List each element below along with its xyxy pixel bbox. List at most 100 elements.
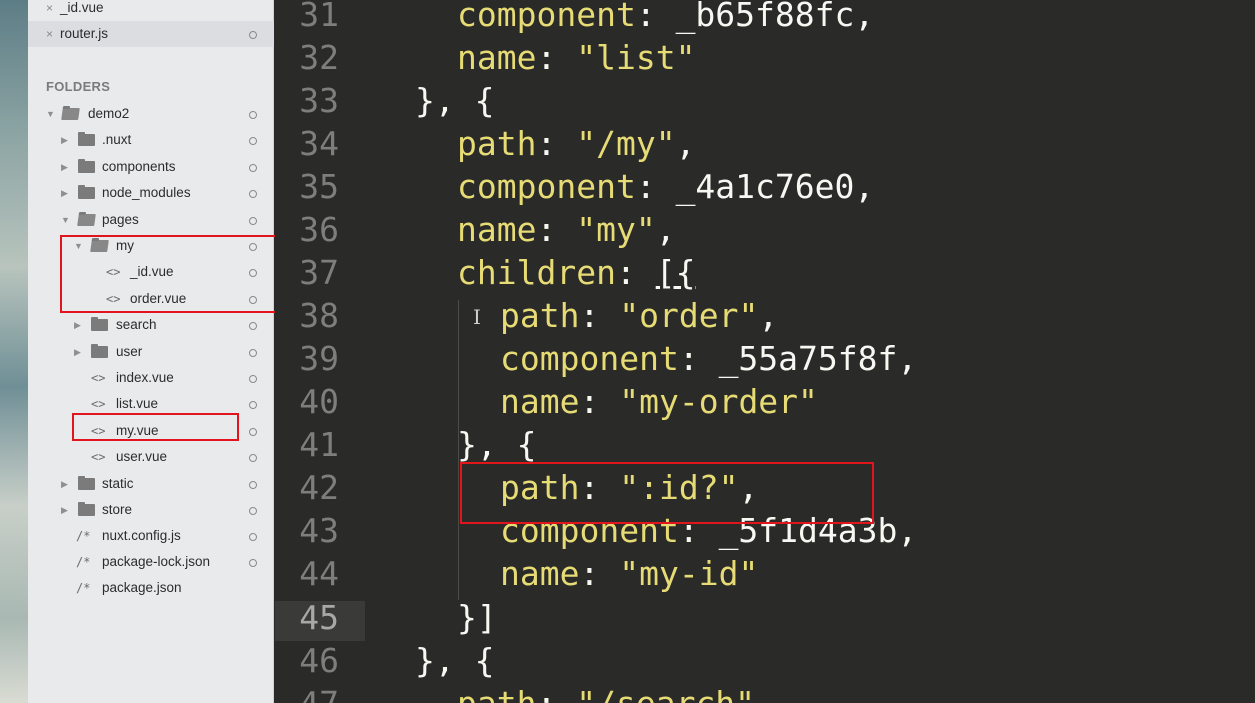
open-file-router-js[interactable]: × router.js xyxy=(28,21,274,47)
folder-icon xyxy=(78,185,95,199)
chevron-right-icon: ▶ xyxy=(61,135,68,145)
line-number: 44 xyxy=(299,554,339,593)
line-number: 38 xyxy=(299,296,339,335)
folder-icon xyxy=(78,159,95,173)
folder-icon xyxy=(78,502,95,516)
line-number: 34 xyxy=(299,124,339,163)
circle-icon xyxy=(249,454,257,462)
close-icon[interactable]: × xyxy=(46,21,53,47)
tree-item-label: nuxt.config.js xyxy=(102,528,181,543)
circle-icon xyxy=(249,559,257,567)
tree-item-label: search xyxy=(116,317,157,332)
tree-item-store[interactable]: ▶ store xyxy=(28,497,274,523)
open-file-label: _id.vue xyxy=(60,0,104,15)
folder-icon xyxy=(91,317,108,331)
code-line: children: [{ xyxy=(457,253,696,292)
code-line: component: _55a75f8f, xyxy=(500,339,918,378)
tree-item-search[interactable]: ▶ search xyxy=(28,312,274,338)
circle-icon xyxy=(249,349,257,357)
tree-item-user-folder[interactable]: ▶ user xyxy=(28,339,274,365)
code-line: }, { xyxy=(415,641,495,680)
tree-item-components[interactable]: ▶ components xyxy=(28,154,274,180)
line-number: 40 xyxy=(299,382,339,421)
tree-item-label: store xyxy=(102,502,133,517)
tree-item-label: user.vue xyxy=(116,449,168,464)
circle-icon xyxy=(249,164,257,172)
line-number: 31 xyxy=(299,0,339,34)
tree-item-node-modules[interactable]: ▶ node_modules xyxy=(28,180,274,206)
tree-item-demo2[interactable]: ▼ demo2 xyxy=(28,101,274,127)
chevron-down-icon: ▼ xyxy=(61,215,70,225)
tree-item-label: components xyxy=(102,159,176,174)
line-number: 42 xyxy=(299,468,339,507)
script-file-icon: /* xyxy=(76,555,91,569)
line-number: 39 xyxy=(299,339,339,378)
code-editor[interactable]: 31 32 33 34 35 36 37 38 39 40 41 42 43 4… xyxy=(275,0,1255,703)
open-file-label: router.js xyxy=(60,26,109,41)
close-icon[interactable]: × xyxy=(46,0,53,21)
circle-icon xyxy=(249,322,257,330)
line-number: 47 xyxy=(275,684,339,703)
open-file-id-vue[interactable]: × _id.vue xyxy=(28,0,274,21)
circle-icon xyxy=(249,190,257,198)
line-number: 43 xyxy=(299,511,339,550)
chevron-right-icon: ▶ xyxy=(61,188,68,198)
folder-icon xyxy=(91,344,108,358)
tree-item-pages[interactable]: ▼ pages xyxy=(28,207,274,233)
circle-icon xyxy=(249,401,257,409)
code-line: component: _4a1c76e0, xyxy=(457,167,875,206)
tree-item-nuxt[interactable]: ▶ .nuxt xyxy=(28,127,274,153)
tree-item-index-vue[interactable]: <> index.vue xyxy=(28,365,274,391)
line-number: 36 xyxy=(299,210,339,249)
script-file-icon: /* xyxy=(76,529,91,543)
tree-item-label: .nuxt xyxy=(102,132,132,147)
tree-item-package-lock[interactable]: /* package-lock.json xyxy=(28,549,274,575)
circle-icon xyxy=(249,533,257,541)
tree-item-label: package-lock.json xyxy=(102,554,211,569)
script-file-icon: /* xyxy=(76,581,91,595)
code-line: name: "my", xyxy=(457,210,676,249)
tree-item-static[interactable]: ▶ static xyxy=(28,471,274,497)
tree-item-user-vue[interactable]: <> user.vue xyxy=(28,444,274,470)
line-number: 35 xyxy=(299,167,339,206)
tree-item-label: static xyxy=(102,476,134,491)
circle-icon xyxy=(249,375,257,383)
highlight-box-my-vue xyxy=(72,413,239,441)
code-line: component: _b65f88fc, xyxy=(457,0,875,34)
chevron-right-icon: ▶ xyxy=(74,320,81,330)
chevron-right-icon: ▶ xyxy=(74,347,81,357)
code-line: }] xyxy=(457,598,497,637)
line-number: 41 xyxy=(299,425,339,464)
tree-item-label: node_modules xyxy=(102,185,191,200)
circle-icon xyxy=(249,507,257,515)
text-cursor-icon: I xyxy=(473,305,481,329)
chevron-down-icon: ▼ xyxy=(46,109,55,119)
line-number-current: 45 xyxy=(299,598,339,637)
folders-heading: FOLDERS xyxy=(46,79,111,94)
line-number: 37 xyxy=(299,253,339,292)
folder-icon xyxy=(78,132,95,146)
tree-item-label: package.json xyxy=(102,580,182,595)
code-line: path: "/search" xyxy=(457,684,755,703)
code-line: name: "my-id" xyxy=(500,554,759,593)
tree-item-label: user xyxy=(116,344,143,359)
tree-item-label: index.vue xyxy=(116,370,174,385)
circle-icon xyxy=(249,481,257,489)
sidebar: × _id.vue × router.js FOLDERS ▼ demo2 ▶ … xyxy=(28,0,318,703)
folder-open-icon xyxy=(61,108,80,120)
folder-open-icon xyxy=(77,214,96,226)
code-line: name: "list" xyxy=(457,38,696,77)
line-number: 32 xyxy=(299,38,339,77)
circle-icon xyxy=(249,137,257,145)
line-number: 46 xyxy=(299,641,339,680)
code-file-icon: <> xyxy=(91,371,106,385)
chevron-right-icon: ▶ xyxy=(61,479,68,489)
folder-icon xyxy=(78,476,95,490)
tree-item-label: pages xyxy=(102,212,139,227)
tree-item-nuxt-config[interactable]: /* nuxt.config.js xyxy=(28,523,274,549)
desktop-background xyxy=(0,0,28,703)
code-line: path: "order", xyxy=(500,296,779,335)
circle-icon xyxy=(249,31,257,39)
tree-item-package-json[interactable]: /* package.json xyxy=(28,575,274,601)
tree-item-label: demo2 xyxy=(88,106,130,121)
